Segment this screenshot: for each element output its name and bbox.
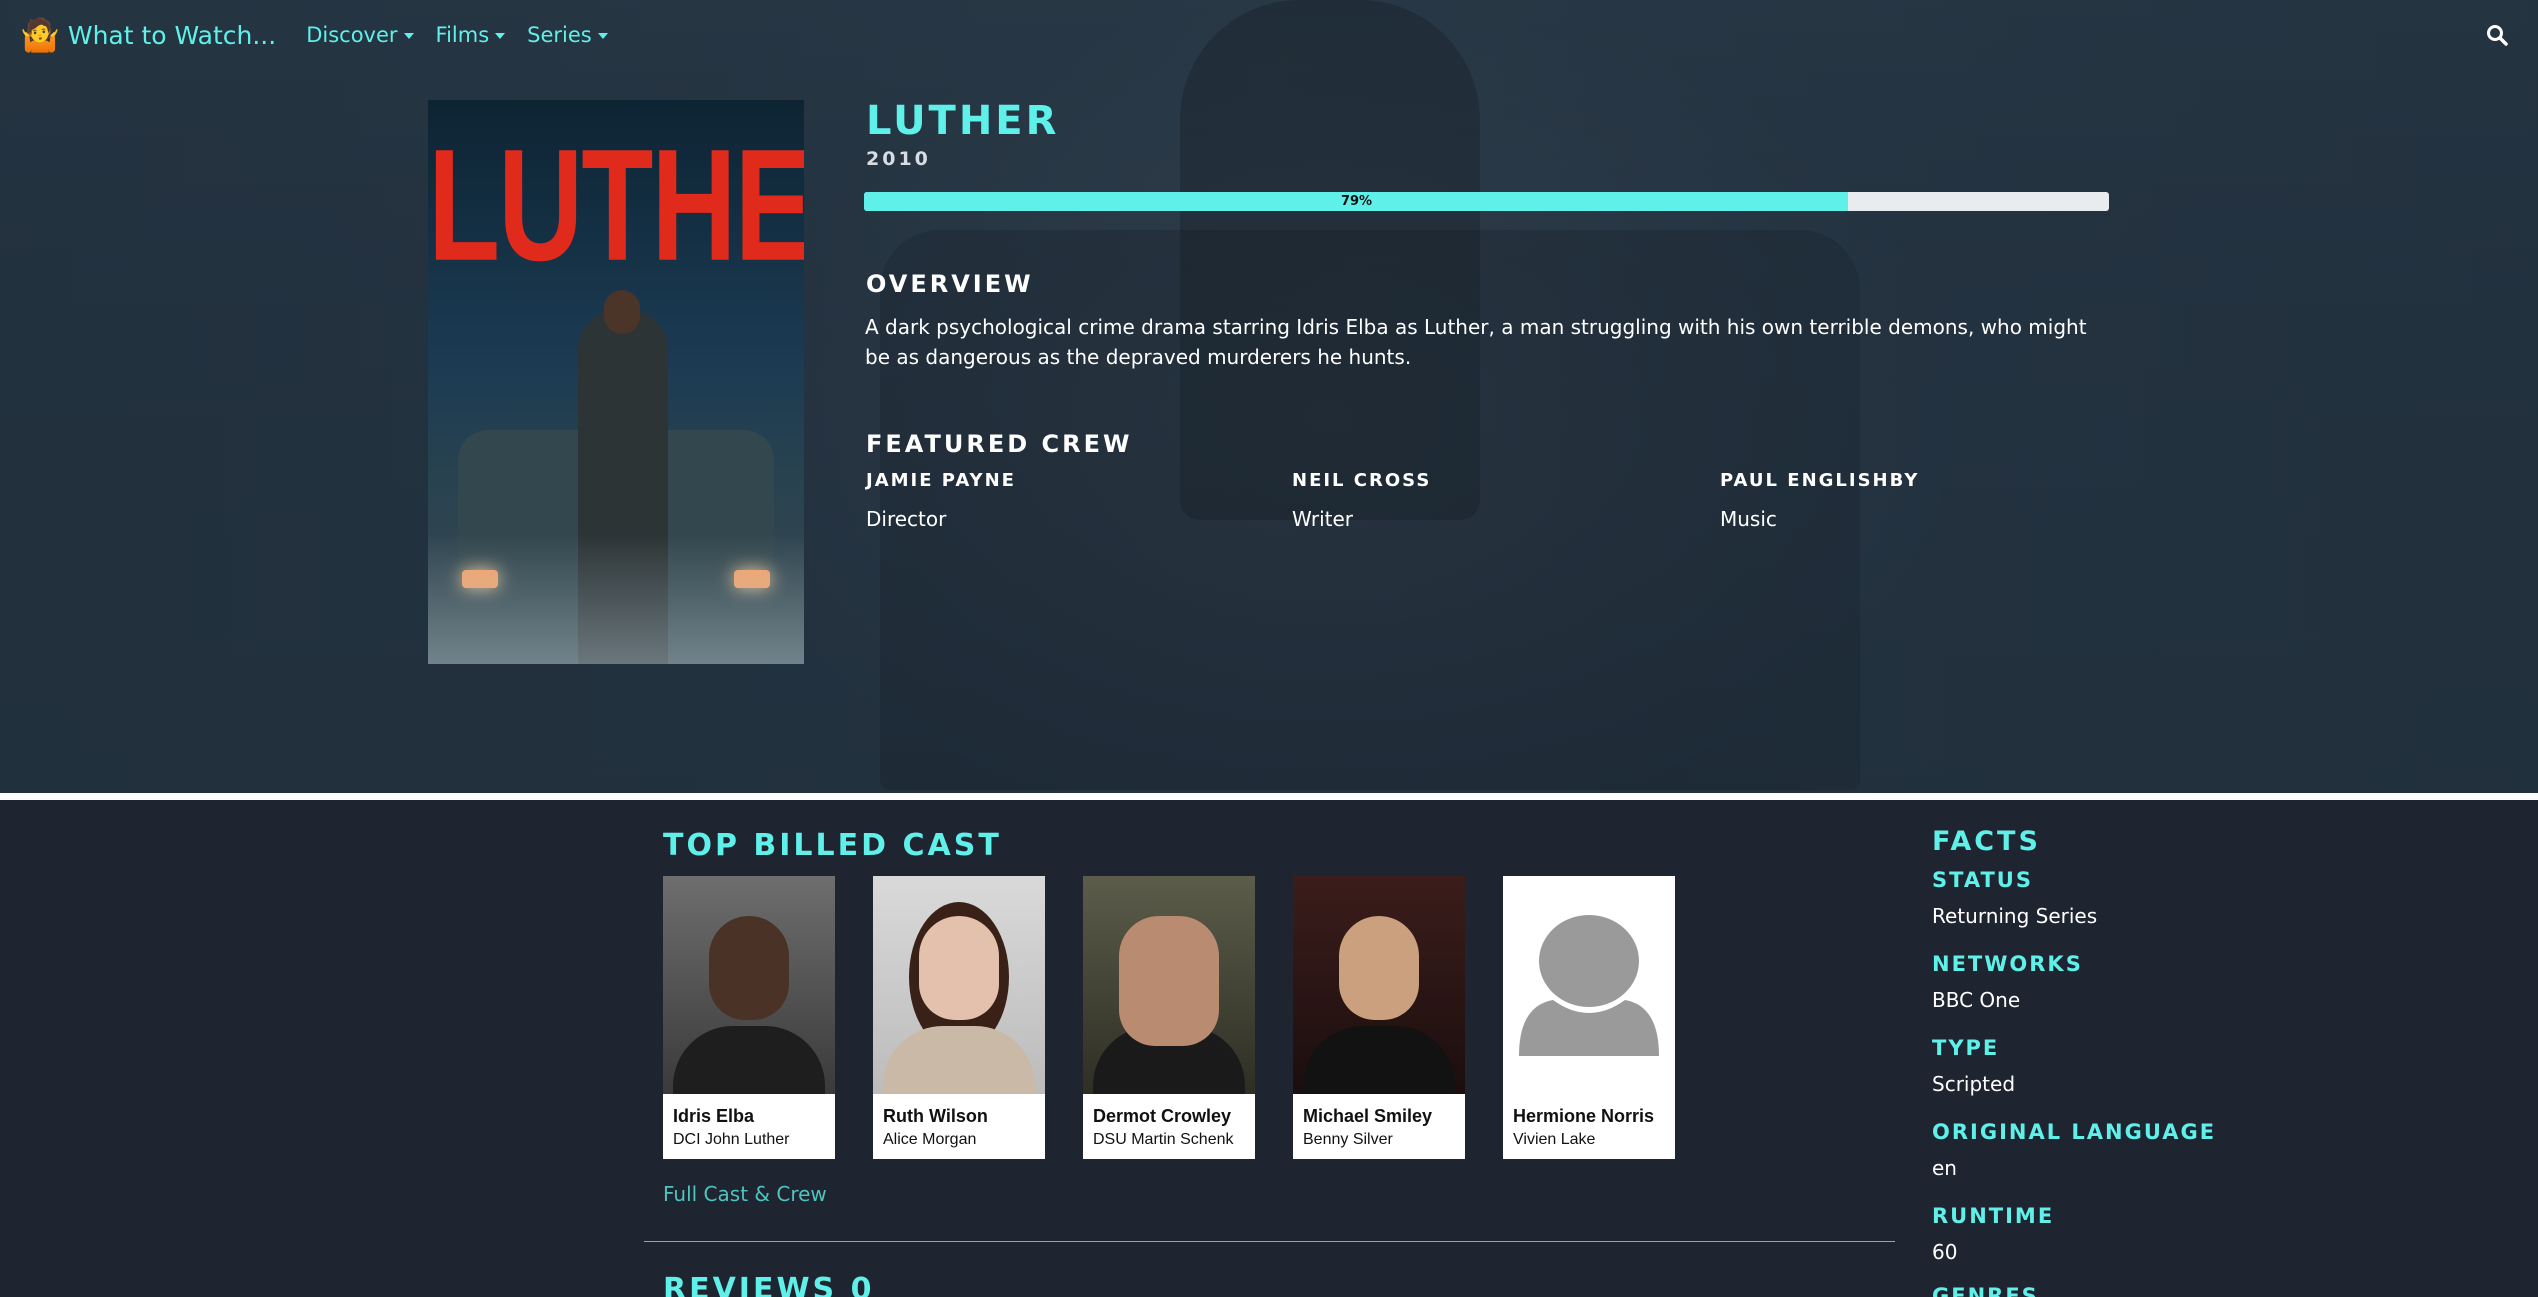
brand-link[interactable]: 🤷 What to Watch... [20, 16, 276, 54]
fact-value-networks: BBC One [1932, 988, 2021, 1012]
section-divider [0, 793, 2538, 800]
facts-heading: FACTS [1932, 826, 2041, 857]
poster-image: LUTHER [428, 100, 804, 664]
photo-face [709, 916, 789, 1020]
nav-films-dropdown[interactable]: Films [436, 23, 506, 47]
show-title: LUTHER [866, 98, 1060, 144]
cast-photo [1293, 876, 1465, 1094]
crew-name: PAUL ENGLISHBY [1720, 470, 1920, 491]
overview-heading: OVERVIEW [866, 270, 1034, 298]
fact-label-runtime: RUNTIME [1932, 1204, 2055, 1228]
navbar: 🤷 What to Watch... Discover Films Series [0, 0, 2538, 70]
nav-discover-label: Discover [306, 23, 398, 47]
crew-role: Music [1720, 507, 1777, 531]
cast-name: Dermot Crowley [1093, 1106, 1232, 1126]
cast-character: DCI John Luther [673, 1131, 790, 1148]
cast-card[interactable]: Ruth Wilson Alice Morgan [873, 876, 1045, 1159]
fact-value-status: Returning Series [1932, 904, 2098, 928]
crew-role: Director [866, 507, 947, 531]
show-year: 2010 [866, 148, 931, 170]
crew-name: JAMIE PAYNE [866, 470, 1016, 491]
photo-face [1339, 916, 1419, 1020]
cast-character: Alice Morgan [883, 1131, 977, 1148]
cast-card[interactable]: Idris Elba DCI John Luther [663, 876, 835, 1159]
cast-card[interactable]: Hermione Norris Vivien Lake [1503, 876, 1675, 1159]
featured-crew-heading: FEATURED CREW [866, 430, 1133, 458]
person-placeholder-icon [1519, 915, 1659, 1056]
cast-character: Benny Silver [1303, 1131, 1393, 1148]
cast-photo [1503, 876, 1675, 1094]
search-icon[interactable] [2486, 24, 2508, 46]
cast-photo [1083, 876, 1255, 1094]
person-shrugging-icon: 🤷 [20, 16, 60, 54]
cast-name: Hermione Norris [1513, 1106, 1655, 1126]
fact-value-type: Scripted [1932, 1072, 2016, 1096]
fact-label-networks: NETWORKS [1932, 952, 2083, 976]
cast-photo [663, 876, 835, 1094]
reviews-heading: REVIEWS 0 [663, 1272, 875, 1297]
overview-text: A dark psychological crime drama starrin… [865, 315, 2087, 369]
cast-character: DSU Martin Schenk [1093, 1131, 1234, 1148]
nav-films-label: Films [435, 23, 490, 47]
poster-figure-head [604, 290, 640, 334]
fact-value-original-language: en [1932, 1156, 1957, 1180]
caret-down-icon [597, 33, 608, 39]
crew-name: NEIL CROSS [1292, 470, 1432, 491]
fact-label-genres: GENRES [1932, 1284, 2039, 1297]
top-billed-cast-heading: TOP BILLED CAST [663, 828, 1002, 863]
cast-name: Michael Smiley [1303, 1106, 1433, 1126]
hero-backdrop [0, 0, 2538, 794]
fact-value-runtime: 60 [1932, 1240, 1958, 1264]
nav-series-dropdown[interactable]: Series [527, 23, 608, 47]
fact-label-status: STATUS [1932, 868, 2033, 892]
full-cast-crew-link[interactable]: Full Cast & Crew [663, 1182, 827, 1206]
score-progress-label: 79% [1340, 194, 1373, 209]
backdrop-overlay [0, 0, 2538, 794]
crew-member: JAMIE PAYNE Director [866, 470, 1266, 531]
photo-shoulders [673, 1026, 825, 1094]
poster-title: LUTHER [428, 116, 804, 295]
nav-discover-dropdown[interactable]: Discover [306, 23, 414, 47]
caret-down-icon [495, 33, 506, 39]
photo-shoulders [883, 1026, 1035, 1094]
horizontal-rule [644, 1241, 1895, 1242]
cast-name: Ruth Wilson [883, 1106, 988, 1126]
cast-photo [873, 876, 1045, 1094]
cast-character: Vivien Lake [1513, 1131, 1596, 1148]
cast-card[interactable]: Michael Smiley Benny Silver [1293, 876, 1465, 1159]
crew-member: NEIL CROSS Writer [1292, 470, 1692, 531]
photo-shoulders [1303, 1026, 1455, 1094]
fact-label-type: TYPE [1932, 1036, 2000, 1060]
nav-series-label: Series [527, 23, 592, 47]
poster-fog [428, 534, 804, 664]
score-progress-bar: 79% [864, 192, 2109, 211]
crew-role: Writer [1292, 507, 1354, 531]
photo-face [919, 916, 999, 1020]
cast-name: Idris Elba [673, 1106, 755, 1126]
photo-face [1119, 916, 1219, 1046]
caret-down-icon [403, 33, 414, 39]
brand-label: What to Watch... [67, 20, 277, 50]
cast-card[interactable]: Dermot Crowley DSU Martin Schenk [1083, 876, 1255, 1159]
fact-label-original-language: ORIGINAL LANGUAGE [1932, 1120, 2217, 1144]
crew-member: PAUL ENGLISHBY Music [1720, 470, 2120, 531]
